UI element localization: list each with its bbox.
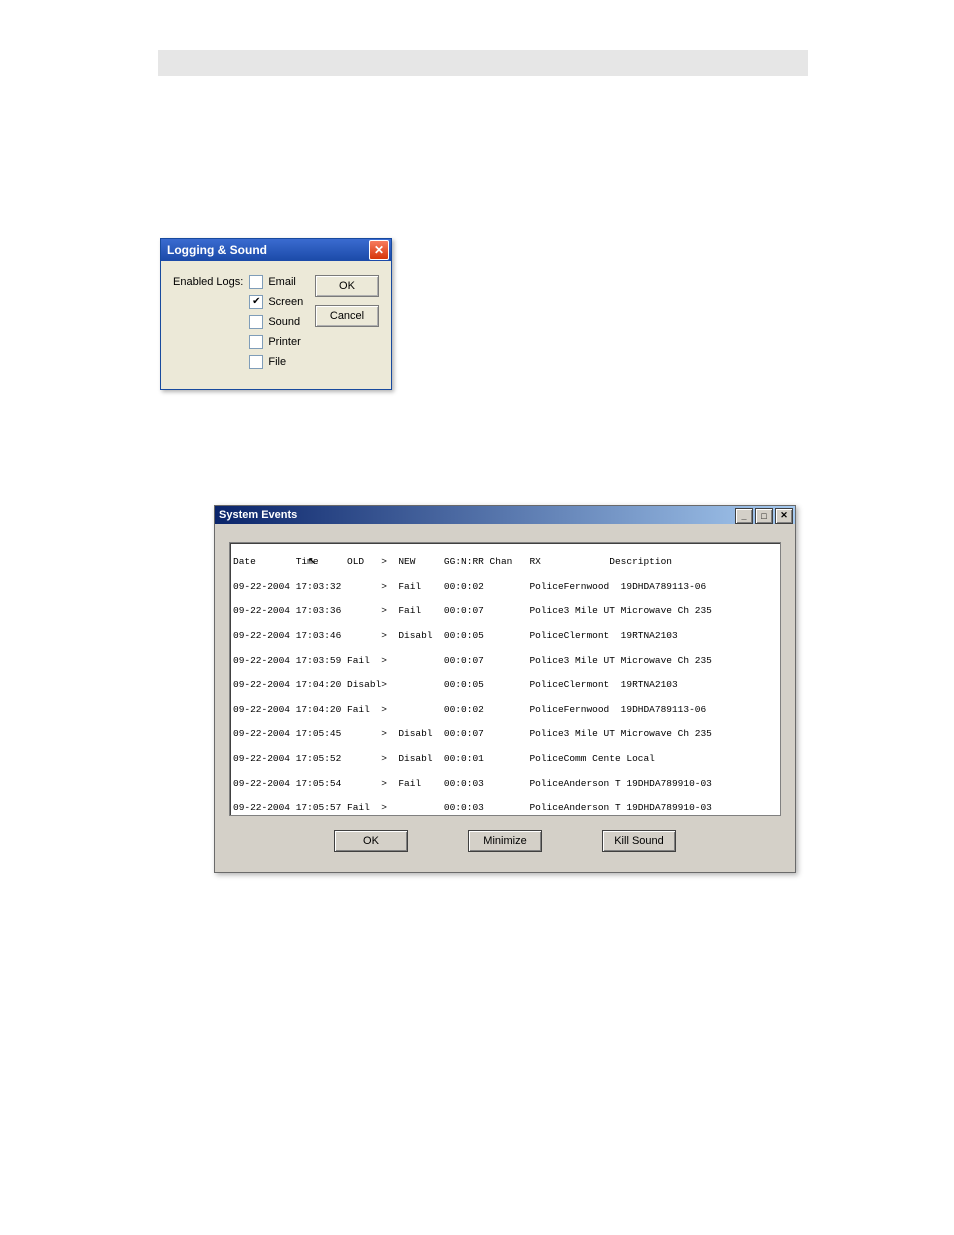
window-titlebar[interactable]: System Events _ □ ✕	[215, 506, 795, 524]
checkbox-icon[interactable]	[249, 335, 263, 349]
cancel-button[interactable]: Cancel	[315, 305, 379, 327]
logging-sound-dialog: Logging & Sound ✕ Enabled Logs: Email ✔ …	[160, 238, 392, 390]
close-icon[interactable]: ✕	[369, 240, 389, 260]
checkbox-label: Printer	[268, 336, 300, 348]
list-item[interactable]: 09-22-2004 17:05:57 Fail > 00:0:03 Polic…	[231, 802, 779, 814]
header-bar	[158, 50, 808, 76]
minimize-button[interactable]: Minimize	[468, 830, 542, 852]
events-listbox[interactable]: Date Time OLD > NEW GG:N:RR Chan RX Desc…	[229, 542, 781, 816]
kill-sound-button[interactable]: Kill Sound	[602, 830, 676, 852]
system-events-window: System Events _ □ ✕ Date Time OLD > NEW …	[214, 505, 796, 873]
checkbox-screen[interactable]: ✔ Screen	[249, 295, 303, 309]
checkbox-file[interactable]: File	[249, 355, 303, 369]
list-item[interactable]: 09-22-2004 17:03:59 Fail > 00:0:07 Polic…	[231, 655, 779, 667]
list-item[interactable]: 09-22-2004 17:05:45 > Disabl 00:0:07 Pol…	[231, 728, 779, 740]
list-item[interactable]: 09-22-2004 17:05:54 > Fail 00:0:03 Polic…	[231, 778, 779, 790]
close-icon[interactable]: ✕	[775, 508, 793, 524]
maximize-icon[interactable]: □	[755, 508, 773, 524]
ok-button[interactable]: OK	[315, 275, 379, 297]
enabled-logs-label: Enabled Logs:	[173, 275, 243, 369]
list-item[interactable]: 09-22-2004 17:03:46 > Disabl 00:0:05 Pol…	[231, 630, 779, 642]
checkbox-icon[interactable]	[249, 275, 263, 289]
list-item[interactable]: 09-22-2004 17:04:20 Disabl> 00:0:05 Poli…	[231, 679, 779, 691]
dialog-titlebar[interactable]: Logging & Sound ✕	[161, 239, 391, 261]
dialog-title: Logging & Sound	[167, 243, 267, 257]
minimize-icon[interactable]: _	[735, 508, 753, 524]
ok-button[interactable]: OK	[334, 830, 408, 852]
list-item[interactable]: 09-22-2004 17:05:52 > Disabl 00:0:01 Pol…	[231, 753, 779, 765]
checkbox-icon[interactable]: ✔	[249, 295, 263, 309]
checkbox-label: Sound	[268, 316, 300, 328]
list-header: Date Time OLD > NEW GG:N:RR Chan RX Desc…	[231, 556, 779, 568]
list-item[interactable]: 09-22-2004 17:03:32 > Fail 00:0:02 Polic…	[231, 581, 779, 593]
list-item[interactable]: 09-22-2004 17:04:20 Fail > 00:0:02 Polic…	[231, 704, 779, 716]
window-title: System Events	[219, 509, 297, 521]
checkbox-icon[interactable]	[249, 355, 263, 369]
checkbox-printer[interactable]: Printer	[249, 335, 303, 349]
checkbox-label: Email	[268, 276, 296, 288]
checkbox-icon[interactable]	[249, 315, 263, 329]
checkbox-label: Screen	[268, 296, 303, 308]
checkbox-email[interactable]: Email	[249, 275, 303, 289]
list-item[interactable]: 09-22-2004 17:03:36 > Fail 00:0:07 Polic…	[231, 605, 779, 617]
checkbox-sound[interactable]: Sound	[249, 315, 303, 329]
checkbox-label: File	[268, 356, 286, 368]
